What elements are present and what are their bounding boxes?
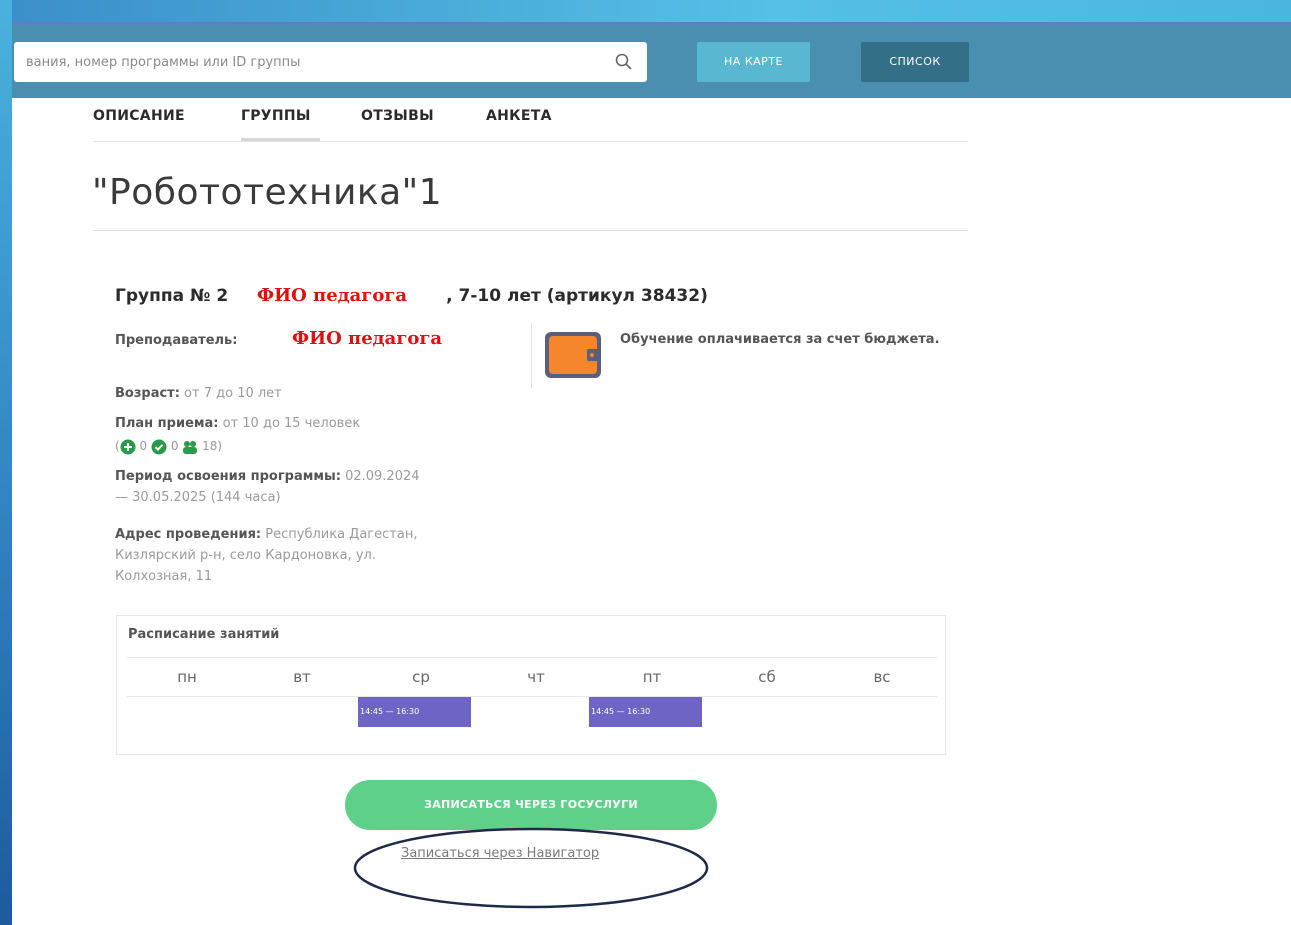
- period-value-cont: — 30.05.2025 (144 часа): [115, 490, 281, 505]
- day-header: вс: [873, 668, 891, 686]
- day-header: ср: [412, 668, 430, 686]
- period-row: Период освоения программы: 02.09.2024 — …: [115, 466, 420, 508]
- divider: [93, 230, 968, 231]
- tab-questionnaire[interactable]: АНКЕТА: [486, 108, 552, 124]
- period-label: Период освоения программы:: [115, 469, 341, 484]
- address-value-cont: Кизлярский р-н, село Кардоновка, ул.: [115, 548, 376, 563]
- search-icon[interactable]: [614, 52, 634, 72]
- group-people-icon: [183, 440, 198, 454]
- teacher-label: Преподаватель:: [115, 333, 238, 348]
- address-row: Адрес проведения: Республика Дагестан, К…: [115, 524, 417, 587]
- top-header: НА КАРТЕ СПИСОК: [12, 22, 1291, 98]
- active-tab-indicator: [241, 138, 320, 141]
- schedule-title: Расписание занятий: [128, 627, 280, 642]
- plan-row: План приема: от 10 до 15 человек: [115, 413, 360, 434]
- plus-circle-icon: [120, 439, 136, 454]
- search-input[interactable]: [26, 42, 596, 82]
- day-header: сб: [758, 668, 776, 686]
- total-count: 18): [202, 439, 223, 453]
- divider: [127, 657, 937, 658]
- day-header: вт: [293, 668, 311, 686]
- divider: [531, 323, 532, 388]
- enroll-navigator-link[interactable]: Записаться через Навигатор: [401, 846, 599, 861]
- enroll-gosuslugi-button[interactable]: ЗАПИСАТЬСЯ ЧЕРЕЗ ГОСУСЛУГИ: [345, 780, 717, 830]
- payment-info: Обучение оплачивается за счет бюджета.: [620, 332, 940, 347]
- address-value-cont: Колхозная, 11: [115, 569, 213, 584]
- slide-frame-left: [0, 0, 12, 925]
- tab-groups[interactable]: ГРУППЫ: [241, 108, 311, 124]
- address-value: Республика Дагестан,: [261, 527, 418, 542]
- schedule-table: Расписание занятий пн вт ср чт пт сб вс …: [116, 615, 946, 755]
- day-header: чт: [527, 668, 545, 686]
- plan-label: План приема:: [115, 416, 219, 431]
- age-label: Возраст:: [115, 386, 180, 401]
- day-header: пн: [177, 668, 197, 686]
- day-header: пт: [642, 668, 662, 686]
- schedule-slot[interactable]: 14:45 — 16:30: [358, 697, 471, 727]
- teacher-name-overlay-2: ФИО педагога: [292, 328, 443, 349]
- page-title: "Робототехника"1: [92, 172, 443, 213]
- check-circle-icon: [151, 439, 167, 454]
- search-box: [14, 42, 647, 82]
- plan-value: от 10 до 15 человек: [218, 416, 361, 431]
- period-value: 02.09.2024: [340, 469, 420, 484]
- divider: [127, 696, 937, 697]
- slide-frame-top: [0, 0, 1291, 22]
- schedule-slot[interactable]: 14:45 — 16:30: [589, 697, 702, 727]
- teacher-row: Преподаватель:: [115, 330, 237, 351]
- enrolled-count: 0: [170, 439, 179, 453]
- list-view-button[interactable]: СПИСОК: [861, 42, 969, 82]
- wallet-icon: [545, 332, 601, 378]
- group-heading-prefix: Группа № 2: [115, 286, 229, 306]
- tab-reviews[interactable]: ОТЗЫВЫ: [361, 108, 434, 124]
- teacher-name-overlay: ФИО педагога: [257, 285, 408, 306]
- program-tabs: ОПИСАНИЕ ГРУППЫ ОТЗЫВЫ АНКЕТА: [93, 108, 968, 142]
- map-view-button[interactable]: НА КАРТЕ: [697, 42, 810, 82]
- group-heading: Группа № 2 , 7-10 лет (артикул 38432): [115, 286, 708, 306]
- address-label: Адрес проведения:: [115, 527, 262, 542]
- tab-description[interactable]: ОПИСАНИЕ: [93, 108, 185, 124]
- age-row: Возраст: от 7 до 10 лет: [115, 383, 282, 404]
- age-value: от 7 до 10 лет: [179, 386, 282, 401]
- highlight-ellipse: [353, 827, 709, 909]
- enrollment-badges: ( 0 0 18): [115, 439, 223, 454]
- open-count: 0: [139, 439, 148, 453]
- group-heading-suffix: , 7-10 лет (артикул 38432): [446, 286, 708, 306]
